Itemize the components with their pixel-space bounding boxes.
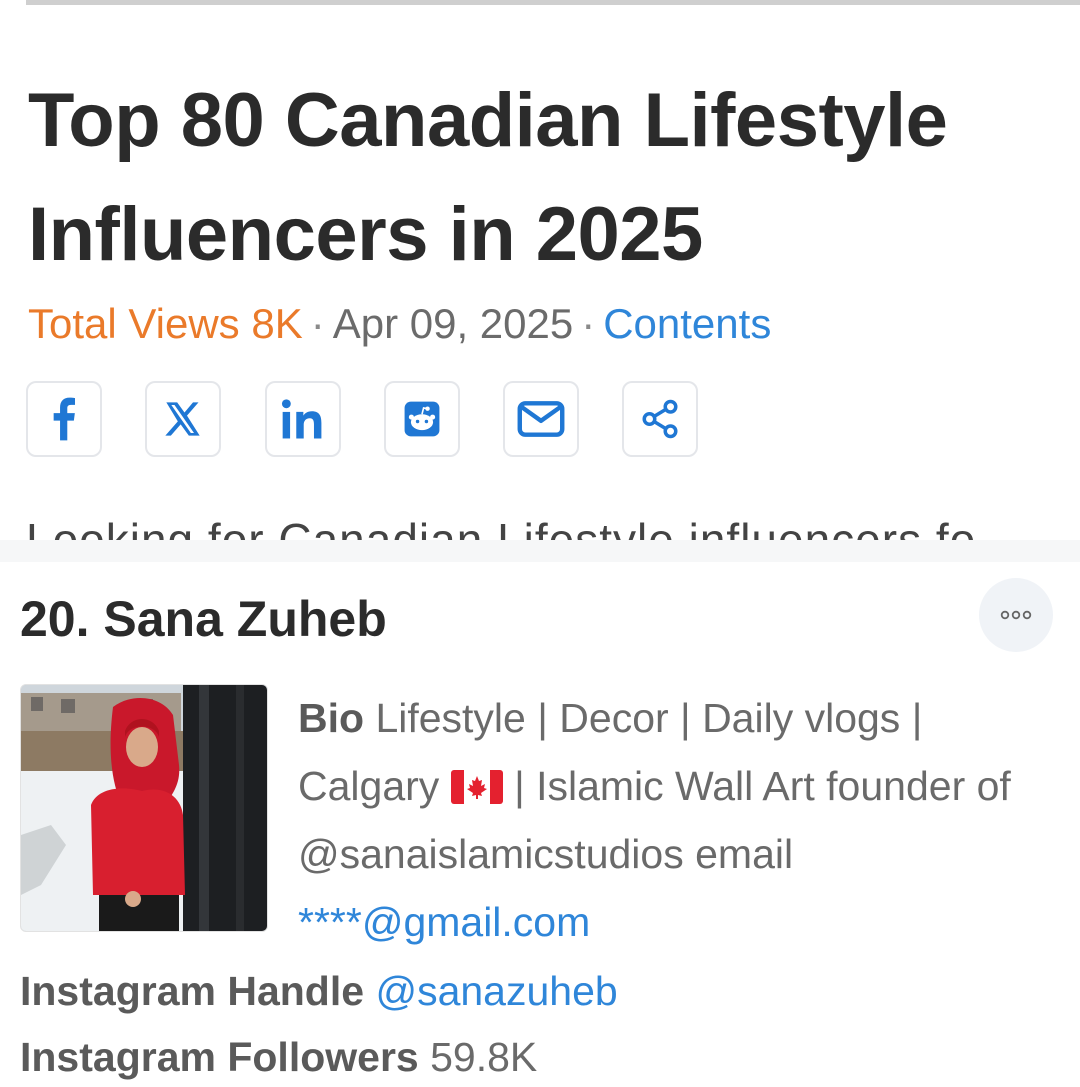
section-separator (0, 540, 1080, 562)
meta-separator: · (310, 300, 325, 347)
more-options-button[interactable] (979, 578, 1053, 652)
linkedin-share-button[interactable] (265, 381, 341, 457)
facebook-icon (53, 397, 76, 441)
instagram-followers-label: Instagram Followers (20, 1034, 419, 1080)
intro-paragraph-clipped: Looking for Canadian Lifestyle influence… (26, 512, 1080, 540)
article-meta: Total Views 8K · Apr 09, 2025 · Contents (28, 296, 771, 352)
instagram-followers-value: 59.8K (430, 1034, 538, 1080)
publish-date: Apr 09, 2025 (332, 300, 574, 347)
page-title: Top 80 Canadian Lifestyle Influencers in… (28, 78, 948, 277)
facebook-share-button[interactable] (26, 381, 102, 457)
instagram-handle-link[interactable]: @sanazuheb (375, 968, 617, 1014)
influencer-bio: Bio Lifestyle | Decor | Daily vlogs | Ca… (298, 684, 1068, 956)
more-horizontal-icon (1000, 610, 1032, 620)
canada-flag-icon (450, 770, 503, 804)
email-icon (517, 401, 565, 437)
instagram-handle-row: Instagram Handle @sanazuheb (20, 961, 618, 1021)
email-share-button[interactable] (503, 381, 579, 457)
reddit-icon (404, 401, 440, 437)
reddit-share-button[interactable] (384, 381, 460, 457)
influencer-name: 20. Sana Zuheb (20, 591, 387, 647)
linkedin-icon (281, 399, 322, 439)
x-icon (165, 402, 200, 436)
bio-email-link[interactable]: ****@gmail.com (298, 899, 590, 945)
intro-text: Looking for Canadian Lifestyle influence… (26, 514, 977, 540)
influencer-photo (20, 684, 268, 932)
share-icon (642, 399, 678, 439)
instagram-followers-row: Instagram Followers 59.8K (20, 1027, 537, 1087)
meta-separator: · (581, 300, 596, 347)
bio-label: Bio (298, 695, 365, 741)
x-share-button[interactable] (145, 381, 221, 457)
total-views: Total Views 8K (28, 300, 303, 347)
instagram-handle-label: Instagram Handle (20, 968, 365, 1014)
contents-link[interactable]: Contents (603, 300, 771, 347)
top-divider (26, 0, 1080, 5)
more-share-button[interactable] (622, 381, 698, 457)
